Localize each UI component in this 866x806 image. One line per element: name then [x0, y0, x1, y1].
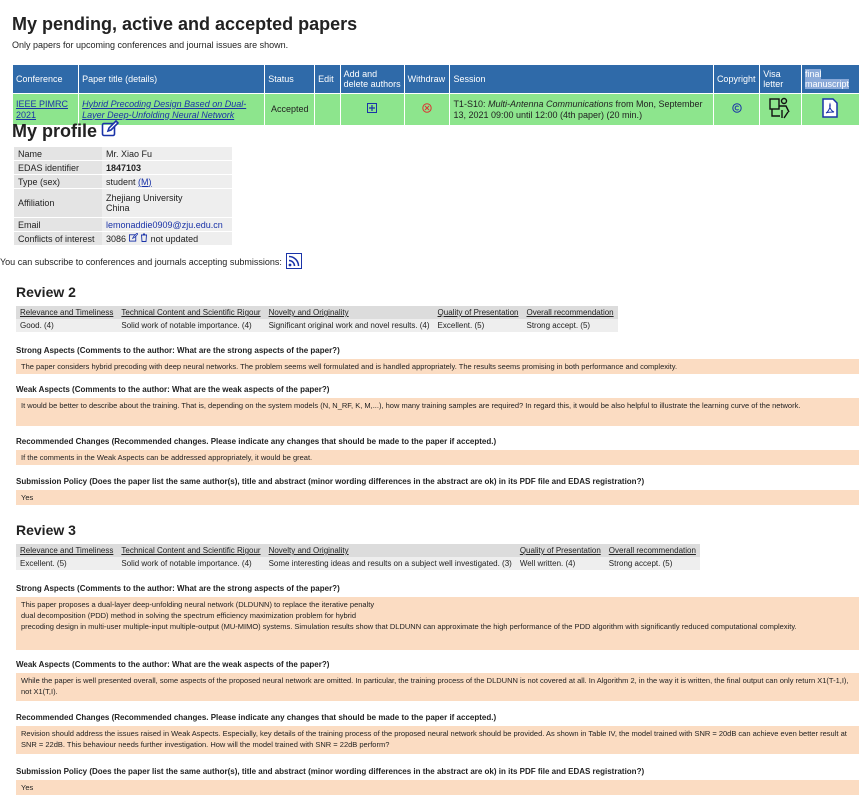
edit-cell: [314, 93, 341, 126]
review-2-strong-question: Strong Aspects (Comments to the author: …: [16, 346, 340, 355]
score-value: Solid work of notable importance. (4): [117, 557, 265, 570]
review-3-policy-answer: Yes: [16, 780, 859, 795]
profile-title: My profile: [12, 121, 98, 141]
score-header[interactable]: Technical Content and Scientific Rigour: [117, 306, 265, 319]
score-value: Solid work of notable importance. (4): [117, 319, 265, 332]
email-link[interactable]: lemonaddie0909@zju.edu.cn: [106, 220, 223, 230]
col-final-manuscript: final manuscript: [800, 64, 861, 94]
edit-profile-icon[interactable]: [101, 119, 120, 143]
conference-link[interactable]: IEEE PIMRC 2021: [16, 99, 68, 120]
profile-heading: My profile: [12, 119, 120, 143]
score-header[interactable]: Overall recommendation: [604, 544, 700, 557]
score-header[interactable]: Novelty and Originality: [264, 544, 516, 557]
score-header[interactable]: Quality of Presentation: [515, 544, 605, 557]
paper-row: IEEE PIMRC 2021 Hybrid Precoding Design …: [11, 93, 861, 126]
score-header[interactable]: Relevance and Timeliness: [16, 306, 118, 319]
review-3-scores: Relevance and Timeliness Technical Conte…: [16, 544, 700, 570]
profile-row-edas: EDAS identifier 1847103: [14, 160, 232, 175]
review-2-changes-question: Recommended Changes (Recommended changes…: [16, 437, 497, 446]
review-2-policy-answer: Yes: [16, 490, 859, 505]
visa-letter-icon[interactable]: [768, 96, 794, 123]
copyright-icon[interactable]: [731, 103, 742, 116]
paper-title-link[interactable]: Hybrid Precoding Design Based on Dual-La…: [82, 99, 246, 120]
col-visa-letter: Visa letter: [759, 64, 802, 94]
score-header[interactable]: Quality of Presentation: [433, 306, 523, 319]
score-value: Excellent. (5): [16, 557, 118, 570]
score-value: Well written. (4): [515, 557, 605, 570]
add-author-icon[interactable]: [367, 103, 378, 116]
score-header[interactable]: Technical Content and Scientific Rigour: [117, 544, 265, 557]
review-3-strong-question: Strong Aspects (Comments to the author: …: [16, 584, 340, 593]
profile-row-email: Email lemonaddie0909@zju.edu.cn: [14, 217, 232, 232]
score-value: Strong accept. (5): [604, 557, 700, 570]
col-withdraw: Withdraw: [403, 64, 451, 94]
review-3-policy-question: Submission Policy (Does the paper list t…: [16, 767, 645, 776]
col-authors: Add and delete authors: [339, 64, 405, 94]
score-header[interactable]: Overall recommendation: [522, 306, 618, 319]
page-subtitle: Only papers for upcoming conferences and…: [12, 40, 289, 50]
score-header[interactable]: Novelty and Originality: [264, 306, 434, 319]
col-edit: Edit: [314, 64, 341, 94]
col-status: Status: [264, 64, 316, 94]
paper-status: Accepted: [264, 93, 316, 126]
review-2-policy-question: Submission Policy (Does the paper list t…: [16, 477, 645, 486]
profile-row-name: Name Mr. Xiao Fu: [14, 147, 232, 161]
review-3-title: Review 3: [16, 522, 76, 538]
col-conference: Conference: [11, 64, 80, 94]
col-session: Session: [449, 64, 714, 94]
review-3-changes-answer: Revision should address the issues raise…: [16, 726, 859, 754]
col-copyright: Copyright: [712, 64, 761, 94]
papers-header-row: Conference Paper title (details) Status …: [11, 64, 861, 94]
papers-table: Conference Paper title (details) Status …: [11, 64, 861, 126]
profile-row-type: Type (sex) student (M): [14, 174, 232, 189]
profile-row-affiliation: Affiliation Zhejiang University China: [14, 188, 232, 218]
col-paper-title: Paper title (details): [78, 64, 266, 94]
review-2-strong-answer: The paper considers hybrid precoding wit…: [16, 359, 859, 374]
withdraw-icon[interactable]: [422, 103, 432, 116]
score-value: Some interesting ideas and results on a …: [264, 557, 516, 570]
review-3-strong-answer: This paper proposes a dual-layer deep-un…: [16, 597, 859, 650]
review-2-title: Review 2: [16, 284, 76, 300]
delete-conflicts-icon[interactable]: [140, 233, 148, 244]
review-2-scores: Relevance and Timeliness Technical Conte…: [16, 306, 618, 332]
score-value: Good. (4): [16, 319, 118, 332]
review-2-weak-answer: It would be better to describe about the…: [16, 398, 859, 426]
score-value: Significant original work and novel resu…: [264, 319, 434, 332]
review-3-weak-question: Weak Aspects (Comments to the author: Wh…: [16, 660, 330, 669]
pdf-icon[interactable]: [822, 98, 839, 121]
rss-icon[interactable]: [285, 253, 302, 271]
score-value: Excellent. (5): [433, 319, 523, 332]
subscribe-line: You can subscribe to conferences and jou…: [0, 253, 302, 271]
profile-row-conflicts: Conflicts of interest 3086 not updated: [14, 231, 232, 246]
edit-conflicts-icon[interactable]: [128, 232, 139, 244]
review-2-changes-answer: If the comments in the Weak Aspects can …: [16, 450, 859, 465]
review-2-weak-question: Weak Aspects (Comments to the author: Wh…: [16, 385, 330, 394]
session-cell: T1-S10: Multi-Antenna Communications fro…: [449, 93, 714, 126]
review-3-changes-question: Recommended Changes (Recommended changes…: [16, 713, 497, 722]
page-title: My pending, active and accepted papers: [12, 14, 358, 34]
score-value: Strong accept. (5): [522, 319, 618, 332]
profile-table: Name Mr. Xiao Fu EDAS identifier 1847103 T…: [14, 147, 232, 246]
score-header[interactable]: Relevance and Timeliness: [16, 544, 118, 557]
review-3-weak-answer: While the paper is well presented overal…: [16, 673, 859, 701]
sex-link[interactable]: (M): [138, 177, 152, 187]
